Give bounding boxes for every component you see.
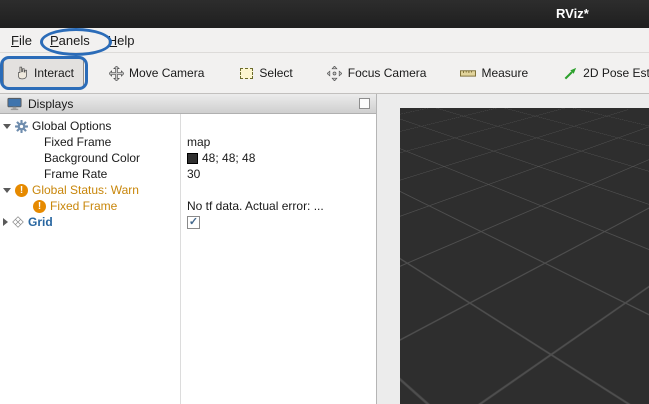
pose-estimate-button[interactable]: 2D Pose Esti (552, 58, 649, 88)
pose-estimate-label: 2D Pose Esti (583, 66, 649, 80)
tree-row-global-status[interactable]: Global Status: Warn (0, 182, 376, 198)
move-camera-label: Move Camera (129, 66, 204, 80)
collapse-arrow-icon[interactable] (3, 188, 11, 193)
menu-help-mnemonic: H (108, 33, 117, 48)
move-arrows-icon (108, 65, 124, 81)
expand-arrow-icon[interactable] (3, 218, 8, 226)
menu-bar: File Panels Help (0, 28, 649, 53)
toolbar: Interact Move Camera Select Focus Camera… (0, 53, 649, 94)
background-color-label: Background Color (44, 151, 140, 165)
monitor-icon (6, 96, 22, 112)
menu-panels-rest: anels (59, 33, 90, 48)
displays-panel-header[interactable]: Displays (0, 94, 376, 114)
grid-enabled-checkbox[interactable]: ✓ (187, 216, 200, 229)
render-viewport[interactable] (400, 108, 649, 404)
tree-row-global-options[interactable]: Global Options (0, 118, 376, 134)
menu-panels[interactable]: Panels (41, 29, 99, 52)
focus-arrows-icon (327, 65, 343, 81)
menu-file-mnemonic: F (11, 33, 19, 48)
tree-row-status-fixed-frame[interactable]: Fixed Frame No tf data. Actual error: ..… (0, 198, 376, 214)
tree-row-background-color[interactable]: Background Color 48; 48; 48 (0, 150, 376, 166)
menu-file[interactable]: File (2, 29, 41, 52)
tree-row-grid[interactable]: Grid ✓ (0, 214, 376, 230)
window-title: RViz* (556, 6, 589, 21)
green-arrow-icon (562, 65, 578, 81)
warning-icon (33, 200, 46, 213)
move-camera-button[interactable]: Move Camera (98, 58, 214, 88)
menu-file-rest: ile (19, 33, 32, 48)
frame-rate-label: Frame Rate (44, 167, 107, 181)
menu-panels-mnemonic: P (50, 33, 59, 48)
displays-panel-title: Displays (28, 97, 73, 111)
color-swatch[interactable] (187, 153, 198, 164)
displays-tree: Global Options Fixed Frame map Backgroun… (0, 114, 376, 404)
measure-button[interactable]: Measure (450, 58, 538, 88)
ground-grid (400, 108, 649, 303)
menu-help-rest: elp (117, 33, 134, 48)
focus-camera-button[interactable]: Focus Camera (317, 58, 437, 88)
background-color-value[interactable]: 48; 48; 48 (202, 151, 255, 165)
title-bar: RViz* (0, 0, 649, 28)
fixed-frame-value[interactable]: map (187, 135, 210, 149)
global-options-label: Global Options (32, 119, 111, 133)
status-fixed-frame-value: No tf data. Actual error: ... (187, 199, 324, 213)
hand-cursor-icon (13, 65, 29, 81)
interact-label: Interact (34, 66, 74, 80)
status-fixed-frame-label: Fixed Frame (50, 199, 117, 213)
menu-help[interactable]: Help (99, 29, 144, 52)
gear-icon (15, 120, 28, 133)
collapse-arrow-icon[interactable] (3, 124, 11, 129)
global-status-label: Global Status: Warn (32, 183, 139, 197)
panel-float-button[interactable] (359, 98, 370, 109)
frame-rate-value[interactable]: 30 (187, 167, 200, 181)
interact-button[interactable]: Interact (3, 58, 84, 88)
ruler-icon (460, 65, 476, 81)
tree-row-frame-rate[interactable]: Frame Rate 30 (0, 166, 376, 182)
column-separator[interactable] (180, 114, 181, 404)
measure-label: Measure (481, 66, 528, 80)
grid-label: Grid (28, 215, 53, 229)
focus-camera-label: Focus Camera (348, 66, 427, 80)
grid-display-icon (12, 216, 24, 228)
select-button[interactable]: Select (228, 58, 302, 88)
tree-row-fixed-frame[interactable]: Fixed Frame map (0, 134, 376, 150)
displays-panel: Displays Global Options Fixed Frame map (0, 94, 377, 404)
select-label: Select (259, 66, 292, 80)
selection-box-icon (238, 65, 254, 81)
fixed-frame-label: Fixed Frame (44, 135, 111, 149)
warning-icon (15, 184, 28, 197)
